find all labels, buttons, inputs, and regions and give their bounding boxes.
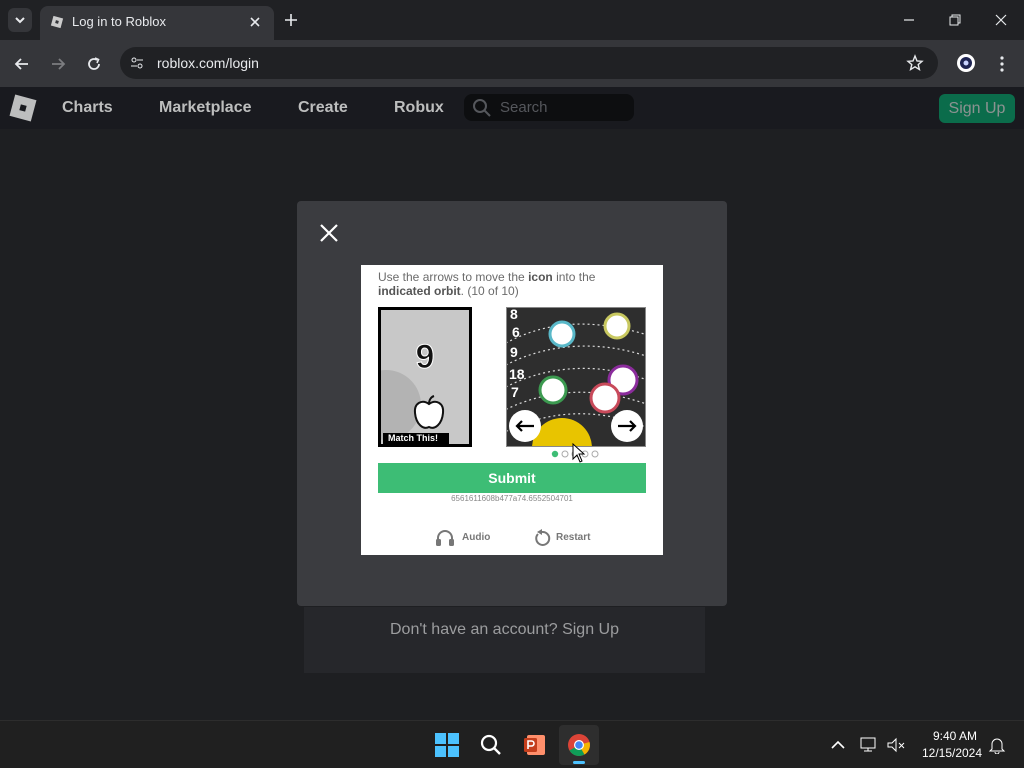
captcha-instruction: Use the arrows to move the icon into the… [378, 270, 596, 298]
close-window-icon[interactable] [993, 12, 1009, 28]
search-placeholder: Search [500, 99, 548, 116]
orbit-number: 7 [511, 384, 519, 400]
restart-button[interactable]: Restart [533, 527, 603, 549]
browser-toolbar: roblox.com/login [0, 40, 1024, 87]
tab-search-button[interactable] [8, 8, 32, 32]
restore-icon[interactable] [947, 12, 963, 28]
browser-tab-strip: Log in to Roblox [0, 0, 1024, 40]
close-icon[interactable] [319, 223, 339, 243]
orbit-canvas [507, 312, 645, 446]
powerpoint-icon[interactable] [523, 733, 547, 757]
captcha-modal: Use the arrows to move the icon into the… [297, 201, 727, 606]
search-icon[interactable] [479, 733, 503, 757]
signup-prompt[interactable]: Don't have an account? Sign Up [304, 621, 705, 639]
roblox-header: Charts Marketplace Create Robux Search S… [0, 87, 1024, 129]
session-id: 6561611608b477a74.6552504701 [451, 494, 573, 503]
orbit-puzzle-image: 8 6 9 18 7 [506, 307, 646, 447]
bookmark-star-icon[interactable] [906, 54, 924, 72]
windows-start-icon[interactable] [435, 733, 459, 757]
address-bar[interactable]: roblox.com/login [120, 47, 938, 79]
captcha-frame: Use the arrows to move the icon into the… [361, 265, 663, 555]
apple-icon [413, 395, 445, 429]
match-this-label: Match This! [383, 433, 449, 444]
chevron-up-icon[interactable] [830, 738, 846, 752]
back-arrow-icon[interactable] [12, 54, 32, 74]
minimize-icon[interactable] [901, 12, 917, 28]
chevron-down-icon [15, 17, 25, 24]
new-tab-icon[interactable] [283, 12, 299, 28]
restart-label: Restart [556, 532, 591, 543]
volume-muted-icon[interactable] [886, 736, 906, 754]
restart-icon [535, 529, 551, 546]
clock-time[interactable]: 9:40 AM [920, 729, 990, 743]
target-number: 9 [415, 338, 435, 377]
profile-avatar-icon[interactable] [955, 52, 977, 74]
nav-create[interactable]: Create [298, 99, 348, 117]
close-tab-icon[interactable] [247, 14, 263, 30]
roblox-favicon-icon [50, 15, 64, 29]
chrome-icon [568, 734, 590, 756]
roblox-logo-icon[interactable] [8, 93, 38, 123]
nav-charts[interactable]: Charts [62, 99, 113, 117]
audio-label: Audio [462, 532, 491, 543]
notification-bell-icon[interactable] [988, 736, 1006, 754]
orbit-number: 18 [509, 366, 525, 382]
tab-title: Log in to Roblox [72, 14, 166, 29]
target-image: 9 Match This! [378, 307, 472, 447]
chrome-taskbar-button[interactable] [559, 725, 599, 765]
menu-kebab-icon[interactable] [994, 54, 1010, 74]
forward-arrow-icon[interactable] [48, 54, 68, 74]
url-text: roblox.com/login [157, 55, 259, 71]
taskbar: 9:40 AM 12/15/2024 [0, 720, 1024, 768]
search-icon [473, 99, 491, 117]
nav-marketplace[interactable]: Marketplace [159, 99, 252, 117]
mouse-cursor-icon [572, 443, 586, 463]
search-input[interactable]: Search [464, 94, 634, 121]
site-settings-icon[interactable] [129, 55, 145, 71]
orbit-number: 9 [510, 344, 518, 360]
reload-icon[interactable] [84, 54, 104, 74]
signup-panel: Don't have an account? Sign Up [304, 607, 705, 673]
orbit-number: 6 [512, 324, 520, 340]
submit-button[interactable]: Submit [378, 463, 646, 493]
nav-robux[interactable]: Robux [394, 99, 444, 117]
signup-button[interactable]: Sign Up [939, 94, 1015, 123]
browser-tab[interactable]: Log in to Roblox [40, 6, 274, 40]
orbit-number: 8 [510, 307, 518, 322]
clock-date[interactable]: 12/15/2024 [914, 746, 990, 760]
headphones-icon [436, 530, 454, 546]
network-icon[interactable] [860, 736, 880, 754]
